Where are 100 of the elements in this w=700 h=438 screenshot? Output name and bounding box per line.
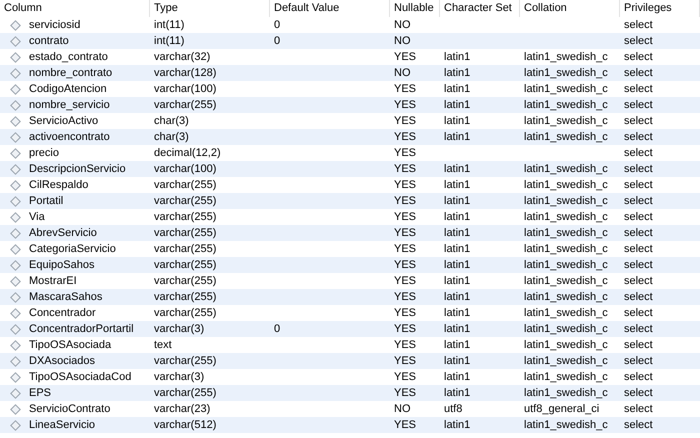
table-cell: latin1_swedish_c <box>524 371 608 383</box>
table-cell: select <box>624 403 653 415</box>
table-cell: ServicioActivo <box>29 115 98 127</box>
diamond-icon <box>10 356 21 366</box>
table-cell: varchar(23) <box>154 403 210 415</box>
table-cell: latin1 <box>444 163 470 175</box>
diamond-icon <box>10 180 21 190</box>
table-cell: latin1_swedish_c <box>524 419 608 431</box>
column-header[interactable]: Privileges <box>620 0 700 17</box>
table-cell: YES <box>394 163 416 175</box>
table-cell: 0 <box>274 35 280 47</box>
table-cell: select <box>624 243 653 255</box>
diamond-icon <box>10 260 21 270</box>
table-cell: select <box>624 259 653 271</box>
diamond-icon <box>10 132 21 142</box>
diamond-icon <box>10 52 21 62</box>
table-cell: varchar(128) <box>154 67 216 79</box>
table-cell: text <box>154 339 172 351</box>
table-cell: YES <box>394 99 416 111</box>
table-cell: select <box>624 227 653 239</box>
table-cell: latin1_swedish_c <box>524 99 608 111</box>
diamond-icon <box>10 420 21 430</box>
table-cell: latin1 <box>444 115 470 127</box>
table-cell: latin1_swedish_c <box>524 83 608 95</box>
table-cell: varchar(100) <box>154 83 216 95</box>
table-cell: select <box>624 67 653 79</box>
table-cell: contrato <box>29 35 69 47</box>
table-cell: YES <box>394 51 416 63</box>
diamond-icon <box>10 100 21 110</box>
table-cell: NO <box>394 19 410 31</box>
table-cell: select <box>624 163 653 175</box>
table-cell: ConcentradorPortartil <box>29 323 134 335</box>
table-cell: Portatil <box>29 195 64 207</box>
table-cell: YES <box>394 147 416 159</box>
table-cell: CodigoAtencion <box>29 83 107 95</box>
table-cell: YES <box>394 275 416 287</box>
table-cell: YES <box>394 211 416 223</box>
diamond-icon <box>10 116 21 126</box>
table-cell: activoencontrato <box>29 131 110 143</box>
column-header[interactable]: Column <box>0 0 150 17</box>
table-cell: latin1 <box>444 275 470 287</box>
table-cell: varchar(512) <box>154 419 216 431</box>
table-cell: latin1 <box>444 99 470 111</box>
table-cell: decimal(12,2) <box>154 147 221 159</box>
diamond-icon <box>10 196 21 206</box>
table-cell: AbrevServicio <box>29 227 97 239</box>
table-cell: select <box>624 323 653 335</box>
table-cell: Via <box>29 211 45 223</box>
table-cell: latin1 <box>444 179 470 191</box>
table-cell: latin1_swedish_c <box>524 163 608 175</box>
table-cell: select <box>624 355 653 367</box>
table-cell: estado_contrato <box>29 51 108 63</box>
table-cell: latin1_swedish_c <box>524 67 608 79</box>
diamond-icon <box>10 292 21 302</box>
diamond-icon <box>10 276 21 286</box>
table-cell: latin1_swedish_c <box>524 131 608 143</box>
table-cell: select <box>624 275 653 287</box>
table-cell: varchar(255) <box>154 211 216 223</box>
column-header[interactable]: Type <box>150 0 270 17</box>
table-cell: latin1 <box>444 195 470 207</box>
table-cell: latin1 <box>444 227 470 239</box>
table-cell: select <box>624 99 653 111</box>
table-cell: MascaraSahos <box>29 291 102 303</box>
table-cell: latin1_swedish_c <box>524 307 608 319</box>
table-cell: latin1_swedish_c <box>524 227 608 239</box>
table-cell: varchar(255) <box>154 259 216 271</box>
table-cell: DXAsociados <box>29 355 96 367</box>
table-cell: latin1_swedish_c <box>524 275 608 287</box>
table-cell: latin1 <box>444 259 470 271</box>
table-cell: YES <box>394 131 416 143</box>
table-cell: varchar(255) <box>154 355 216 367</box>
table-cell: select <box>624 83 653 95</box>
table-cell: select <box>624 339 653 351</box>
column-header[interactable]: Default Value <box>270 0 390 17</box>
column-header[interactable]: Nullable <box>390 0 440 17</box>
table-cell: YES <box>394 291 416 303</box>
table-cell: CategoriaServicio <box>29 243 116 255</box>
diamond-icon <box>10 36 21 46</box>
table-cell: latin1 <box>444 51 470 63</box>
table-cell: latin1_swedish_c <box>524 355 608 367</box>
table-cell: latin1 <box>444 355 470 367</box>
table-cell: nombre_servicio <box>29 99 110 111</box>
column-header[interactable]: Character Set <box>440 0 520 17</box>
table-cell: 0 <box>274 323 280 335</box>
table-cell: latin1_swedish_c <box>524 323 608 335</box>
diamond-icon <box>10 340 21 350</box>
table-cell: latin1_swedish_c <box>524 179 608 191</box>
column-header[interactable]: Collation <box>520 0 620 17</box>
table-cell: varchar(255) <box>154 195 216 207</box>
table-cell: Concentrador <box>29 307 96 319</box>
table-cell: latin1_swedish_c <box>524 51 608 63</box>
table-cell: select <box>624 195 653 207</box>
table-cell: latin1_swedish_c <box>524 259 608 271</box>
table-cell: select <box>624 179 653 191</box>
table-cell: TipoOSAsociada <box>29 339 112 351</box>
table-cell: ServicioContrato <box>29 403 110 415</box>
table-cell: varchar(3) <box>154 323 204 335</box>
table-cell: varchar(100) <box>154 163 216 175</box>
table-cell: select <box>624 115 653 127</box>
table-cell: YES <box>394 227 416 239</box>
